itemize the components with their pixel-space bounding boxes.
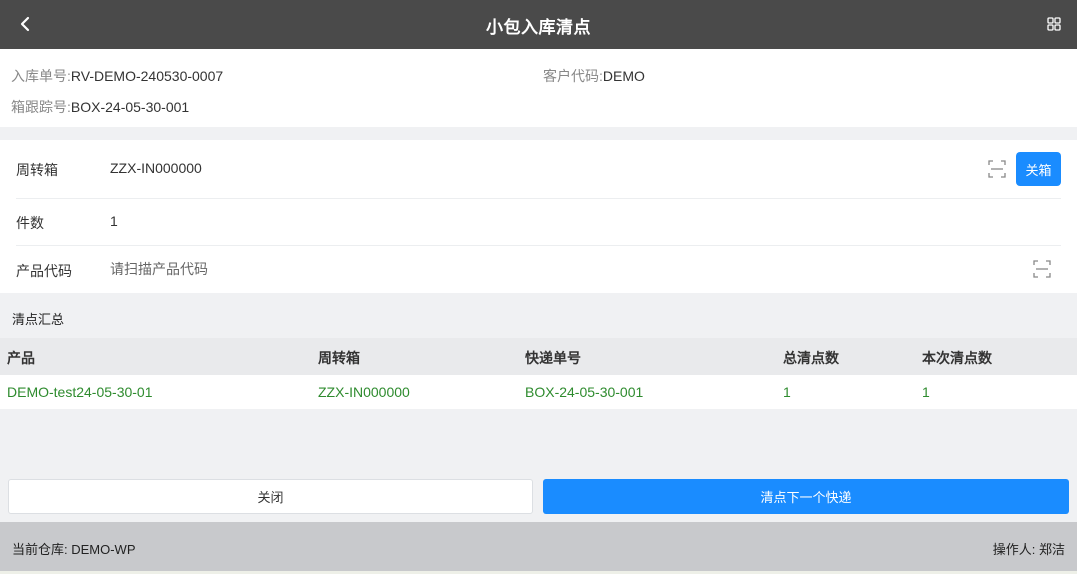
column-header: 产品 (7, 350, 35, 366)
box-tracking-label: 箱跟踪号: (11, 99, 71, 115)
top-bar: 小包入库清点 (0, 0, 1077, 49)
close-button[interactable]: 关闭 (8, 479, 533, 514)
product-label: 产品代码 (16, 263, 72, 279)
product-code-input[interactable] (110, 261, 410, 277)
operator: 操作人: 郑洁 (992, 542, 1065, 557)
column-header: 快递单号 (525, 350, 581, 366)
tote-value[interactable]: ZZX-IN000000 (110, 160, 202, 176)
column-header: 本次清点数 (922, 350, 992, 366)
tote-cell: ZZX-IN000000 (318, 384, 410, 400)
qty-label: 件数 (16, 215, 44, 231)
customer-code: 客户代码:DEMO (543, 66, 645, 86)
count-next-button[interactable]: 清点下一个快递 (543, 479, 1069, 514)
current-warehouse: 当前仓库: DEMO-WP (12, 542, 136, 557)
tracking-cell: BOX-24-05-30-001 (525, 384, 644, 400)
customer-code-label: 客户代码: (543, 68, 603, 84)
count-form: 周转箱 ZZX-IN000000 关箱 件数 1 产品代码 (0, 140, 1077, 293)
summary-title: 清点汇总 (12, 312, 65, 327)
tote-row: 周转箱 ZZX-IN000000 (16, 160, 1061, 180)
qty-value[interactable]: 1 (110, 213, 118, 229)
status-footer: 当前仓库: DEMO-WP 操作人: 郑洁 (0, 522, 1077, 571)
column-header: 总清点数 (783, 350, 839, 366)
divider (16, 245, 1061, 246)
column-header: 周转箱 (318, 350, 360, 366)
table-row[interactable]: DEMO-test24-05-30-01 ZZX-IN000000 BOX-24… (0, 375, 1077, 409)
page-title: 小包入库清点 (486, 18, 591, 37)
grid-icon[interactable] (1047, 17, 1061, 31)
product-row: 产品代码 (16, 261, 1061, 281)
order-info-panel: 入库单号:RV-DEMO-240530-0007 客户代码:DEMO 箱跟踪号:… (0, 49, 1077, 127)
divider (16, 198, 1061, 199)
current-count-cell: 1 (922, 384, 930, 400)
customer-code-value: DEMO (602, 68, 645, 84)
box-tracking: 箱跟踪号:BOX-24-05-30-001 (11, 97, 189, 117)
box-tracking-value: BOX-24-05-30-001 (70, 99, 190, 115)
inbound-no-value: RV-DEMO-240530-0007 (70, 68, 224, 84)
summary-table-header: 产品 周转箱 快递单号 总清点数 本次清点数 (0, 338, 1077, 375)
close-box-button[interactable]: 关箱 (1016, 152, 1061, 186)
inbound-no-label: 入库单号: (11, 68, 71, 84)
total-count-cell: 1 (783, 384, 791, 400)
scan-icon[interactable] (1033, 260, 1051, 278)
inbound-no: 入库单号:RV-DEMO-240530-0007 (11, 66, 223, 86)
qty-row: 件数 1 (16, 213, 1061, 233)
scan-icon[interactable] (988, 160, 1006, 178)
product-cell: DEMO-test24-05-30-01 (7, 384, 153, 400)
tote-label: 周转箱 (16, 162, 58, 178)
